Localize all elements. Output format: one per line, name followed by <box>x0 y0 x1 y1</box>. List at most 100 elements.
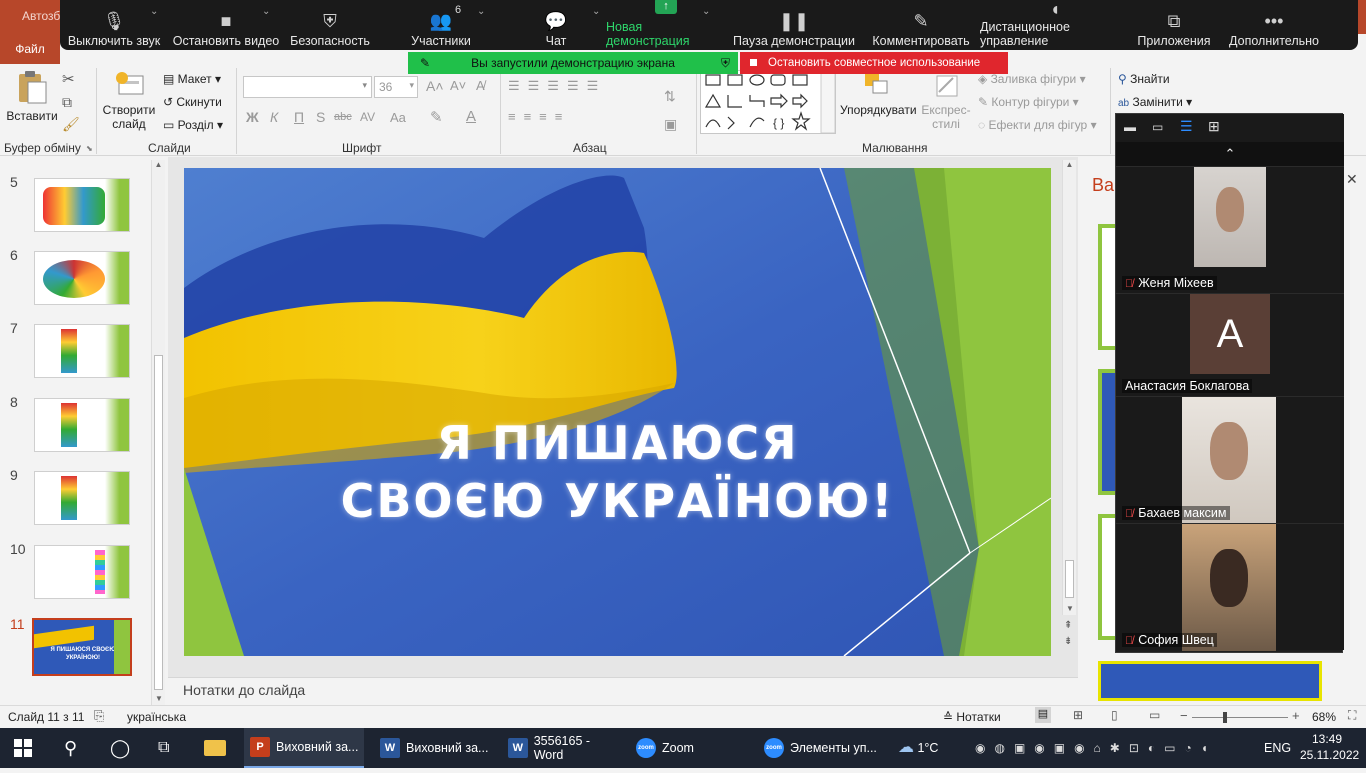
accessibility-icon[interactable]: ⎘ <box>94 708 104 724</box>
zoom-btn-mouse[interactable]: ◖ Дистанционное управление <box>980 0 1130 50</box>
tray-icons[interactable]: ◉◍▣◉▣◉⌂✱⊡◐▭◔◖ <box>975 728 1217 768</box>
slide-sorter-icon[interactable]: ⊞ <box>1073 708 1083 722</box>
shape-outline-button[interactable]: ✎ Контур фігури ▾ <box>978 95 1079 109</box>
scroll-down-arrow-icon[interactable]: ▼ <box>1063 604 1077 613</box>
slideshow-icon[interactable]: ▭ <box>1149 708 1160 722</box>
chevron-down-icon[interactable]: ⌄ <box>702 6 710 17</box>
char-spacing-button[interactable]: AV <box>360 110 375 124</box>
underline-button[interactable]: П <box>294 109 304 125</box>
shape-effects-button[interactable]: ◌ Ефекти для фігур ▾ <box>978 118 1097 132</box>
zoom-btn-video-camera[interactable]: ■ Остановить видео ⌄ <box>168 0 284 50</box>
prev-slide-icon[interactable]: ⇞ <box>1064 620 1072 631</box>
zoom-out-icon[interactable]: − <box>1180 708 1188 723</box>
file-tab[interactable]: Файл <box>0 34 60 64</box>
scroll-down-arrow-icon[interactable]: ▼ <box>152 694 166 703</box>
zoom-btn-chat-bubble[interactable]: 💬 Чат ⌄ <box>506 0 606 50</box>
normal-view-icon[interactable]: ▤ <box>1035 707 1051 723</box>
minimize-icon[interactable]: ▬ <box>1124 120 1136 134</box>
zoom-btn-share-screen[interactable]: ↑ Новая демонстрация ⌄ <box>606 0 726 50</box>
slide-thumbnail[interactable] <box>34 178 130 232</box>
search-icon[interactable]: ⚲ <box>64 728 77 768</box>
clear-format-icon[interactable]: A̸ <box>476 78 485 93</box>
clock[interactable]: 13:49 25.11.2022 <box>1300 731 1359 763</box>
slide-thumbnail[interactable] <box>34 471 130 525</box>
slide-thumbnail[interactable] <box>34 251 130 305</box>
bold-button[interactable]: Ж <box>246 109 259 125</box>
zoom-btn-pause[interactable]: ❚❚ Пауза демонстрации <box>726 0 862 50</box>
chevron-down-icon[interactable]: ⌄ <box>592 6 600 17</box>
zoom-btn-microphone[interactable]: 🎙 Выключить звук ⌄ <box>60 0 168 50</box>
scroll-up-arrow-icon[interactable]: ▲ <box>1063 160 1076 169</box>
zoom-btn-apps[interactable]: ⧉ Приложения <box>1130 0 1218 50</box>
chevron-down-icon[interactable]: ⌄ <box>477 6 485 17</box>
highlight-icon[interactable]: ✎ <box>430 108 443 126</box>
zoom-btn-more[interactable]: ••• Дополнительно <box>1218 0 1330 50</box>
shadow-button[interactable]: S <box>316 109 325 125</box>
zoom-in-icon[interactable]: + <box>1292 708 1300 723</box>
notes-toggle-button[interactable]: ≙ Нотатки <box>943 710 1001 724</box>
keyboard-language[interactable]: ENG <box>1264 728 1291 768</box>
taskbar-app[interactable]: W Виховний за... <box>374 728 494 768</box>
replace-button[interactable]: ab Замінити ▾ <box>1118 95 1192 109</box>
scroll-thumb[interactable] <box>154 355 163 690</box>
gallery-view-icon[interactable]: ⊞ <box>1208 118 1220 135</box>
copy-icon[interactable]: ⧉ <box>62 94 72 111</box>
taskbar-app[interactable]: W 3556165 - Word <box>502 728 622 768</box>
section-button[interactable]: ▭ Розділ ▾ <box>163 118 223 132</box>
shapes-gallery[interactable]: { } <box>700 70 836 134</box>
notes-placeholder[interactable]: Нотатки до слайда <box>168 677 1078 705</box>
scroll-up-chevron-icon[interactable]: ⌃ <box>1116 142 1344 166</box>
participant-tile[interactable]: A Анастасия Боклагова <box>1116 293 1344 396</box>
smartart-icon[interactable]: ▣ <box>664 116 677 133</box>
change-case-button[interactable]: Aa <box>390 110 406 125</box>
layout-button[interactable]: ▤ Макет ▾ <box>163 72 221 86</box>
stop-share-button[interactable]: Остановить совместное использование <box>740 52 1008 74</box>
find-button[interactable]: ⚲ Знайти <box>1118 72 1170 86</box>
font-color-icon[interactable]: A <box>466 108 476 125</box>
participant-tile[interactable]: 🎙̸ Женя Міхеев <box>1116 166 1344 293</box>
cut-icon[interactable]: ✂ <box>62 70 75 88</box>
weather-widget[interactable]: ☁ 1°C <box>898 728 938 768</box>
design-idea-4[interactable] <box>1098 661 1322 701</box>
slide-thumbnail[interactable] <box>34 324 130 378</box>
hide-video-icon[interactable]: ▭ <box>1152 120 1163 134</box>
zoom-percent[interactable]: 68% <box>1312 710 1336 724</box>
speaker-view-icon[interactable]: ☰ <box>1180 118 1193 135</box>
align-buttons-icon[interactable]: ≡≡≡≡ <box>508 109 570 124</box>
autosave-label[interactable]: Автозб <box>22 9 60 23</box>
scroll-thumb[interactable] <box>1065 560 1074 598</box>
taskbar-app[interactable]: zoom Zoom <box>630 728 750 768</box>
current-slide[interactable]: Я ПИШАЮСЯ СВОЄЮ УКРАЇНОЮ! <box>184 168 1051 656</box>
font-family-field[interactable]: ▾ <box>243 76 372 98</box>
group-launcher-icon[interactable]: ⬊ <box>86 144 93 153</box>
slide-thumbnail[interactable] <box>34 398 130 452</box>
task-view-icon[interactable]: ⧉ <box>158 728 169 768</box>
zoom-btn-pen[interactable]: ✎ Комментировать <box>862 0 980 50</box>
slide-scrollbar[interactable]: ▲ ▼ <box>1062 160 1076 615</box>
cortana-icon[interactable]: ◯ <box>110 728 130 768</box>
new-slide-button[interactable]: Створити слайд <box>100 70 158 136</box>
scroll-up-arrow-icon[interactable]: ▲ <box>152 160 165 169</box>
participant-tile[interactable]: 🎙̸ София Швец <box>1116 523 1344 651</box>
panel-close-icon[interactable]: ✕ <box>1346 171 1358 188</box>
format-painter-icon[interactable]: 🖌 <box>62 116 80 133</box>
slide-thumbnail[interactable]: Я ПИШАЮСЯ СВОЄЮ УКРАЇНОЮ! <box>32 618 132 676</box>
slide-thumbnail[interactable] <box>34 545 130 599</box>
start-windows-icon[interactable] <box>14 728 38 768</box>
italic-button[interactable]: К <box>270 109 278 125</box>
quick-styles-button[interactable]: Експрес-стилі <box>918 72 974 131</box>
taskbar-app[interactable]: zoom Элементы уп... <box>758 728 878 768</box>
shape-fill-button[interactable]: ◈ Заливка фігури ▾ <box>978 72 1086 86</box>
pin-icon[interactable]: ✎ <box>420 52 430 74</box>
list-buttons-icon[interactable]: ☰☰☰☰☰ <box>508 78 606 94</box>
taskbar-app[interactable]: P Виховний за... <box>244 728 364 768</box>
grow-font-icon[interactable]: A˄ <box>426 78 444 94</box>
zoom-btn-participants[interactable]: 👥 Участники 6 ⌄ <box>376 0 506 50</box>
arrange-button[interactable]: Упорядкувати <box>840 72 917 117</box>
next-slide-icon[interactable]: ⇟ <box>1064 636 1072 647</box>
chevron-down-icon[interactable]: ⌄ <box>150 6 158 17</box>
font-size-field[interactable]: 36 ▾ <box>374 76 418 98</box>
fit-slide-icon[interactable]: ⛶ <box>1348 708 1356 723</box>
participant-tile[interactable]: 🎙̸ Бахаев максим <box>1116 396 1344 524</box>
shrink-font-icon[interactable]: A˅ <box>450 78 466 93</box>
